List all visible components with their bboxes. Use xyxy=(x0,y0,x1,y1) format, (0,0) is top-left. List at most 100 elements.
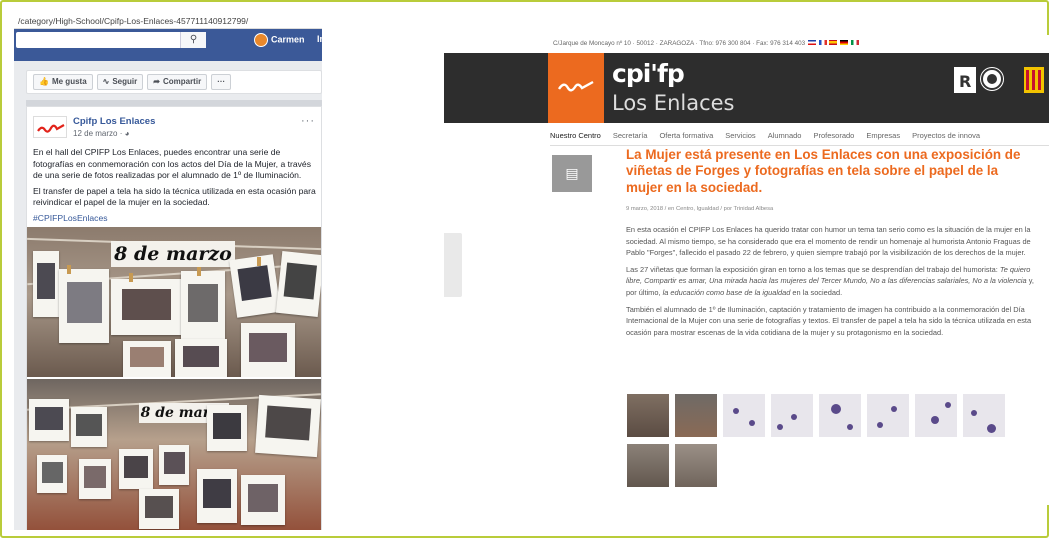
user-profile-link[interactable]: Carmen In xyxy=(254,33,322,47)
more-options-button[interactable]: ··· xyxy=(211,74,232,90)
globe-icon: ◕ xyxy=(124,129,130,138)
hanging-photo xyxy=(71,407,107,447)
hanging-photo xyxy=(255,394,321,458)
gallery-thumbnail[interactable] xyxy=(674,393,718,438)
hanging-photo xyxy=(229,254,281,318)
article-text: Las 27 viñetas que forman la exposición … xyxy=(626,264,1000,274)
post-date-text: 12 de marzo · xyxy=(73,129,125,138)
follow-label: Seguir xyxy=(112,77,138,86)
page-action-bar: 👍 Me gusta ∿ Seguir ➦ Compartir ··· xyxy=(26,70,322,94)
clothespin xyxy=(197,267,201,276)
article-meta: 9 marzo, 2018 / en Centro, Igualdad / po… xyxy=(626,206,774,212)
hanging-photo xyxy=(159,445,189,485)
aragon-coat-of-arms-icon xyxy=(1024,67,1044,93)
hanging-photo xyxy=(111,279,181,335)
clothespin xyxy=(257,257,261,266)
post-format-icon: ▤ xyxy=(552,155,592,192)
hanging-photo xyxy=(119,449,153,489)
main-navigation: Nuestro Centro Secretaría Oferta formati… xyxy=(550,125,1049,145)
like-button[interactable]: 👍 Me gusta xyxy=(33,74,93,90)
article-paragraph-1: En esta ocasión el CPIFP Los Enlaces ha … xyxy=(626,225,1031,258)
flag-icon[interactable] xyxy=(818,40,827,45)
post-paragraph-1: En el hall del CPIFP Los Enlaces, puedes… xyxy=(33,147,312,180)
hanging-photo xyxy=(139,489,179,529)
nav-item-secretaria[interactable]: Secretaría xyxy=(613,131,648,140)
flag-icon[interactable] xyxy=(850,40,859,45)
search-input[interactable]: ⚲ xyxy=(16,32,206,48)
hanging-photo xyxy=(79,459,111,499)
like-label: Me gusta xyxy=(51,77,87,86)
gallery-thumbnail[interactable] xyxy=(674,443,718,488)
logo-mark[interactable] xyxy=(548,53,604,123)
website-screenshot: C/Jarque de Moncayo nº 10 · 50012 · ZARA… xyxy=(444,35,1049,505)
share-label: Compartir xyxy=(162,77,202,86)
photo-title: 8 de marzo xyxy=(111,241,235,267)
gallery-thumbnail[interactable] xyxy=(818,393,862,438)
user-name: Carmen xyxy=(271,34,305,45)
hanging-photo xyxy=(275,250,321,318)
gallery-thumbnail[interactable] xyxy=(626,443,670,488)
hanging-photo xyxy=(241,323,295,377)
post-paragraph-2: El transfer de papel a tela ha sido la t… xyxy=(33,185,316,208)
nav-item-proyectos[interactable]: Proyectos de innova xyxy=(912,131,980,140)
nav-item-nuestro-centro[interactable]: Nuestro Centro xyxy=(550,131,601,140)
site-logo-name[interactable]: cpi'fp xyxy=(612,59,685,88)
post-header: Cpifp Los Enlaces 12 de marzo · ◕ ··· xyxy=(33,115,317,143)
hashtag-link[interactable]: #CPIFPLosEnlaces xyxy=(33,213,319,225)
share-arrow-icon: ➦ xyxy=(153,77,160,86)
nav-item-oferta-formativa[interactable]: Oferta formativa xyxy=(659,131,713,140)
article-paragraph-2: Las 27 viñetas que forman la exposición … xyxy=(626,264,1044,299)
hanging-photo xyxy=(29,399,69,441)
avatar xyxy=(254,33,268,47)
page-name[interactable]: Cpifp Los Enlaces xyxy=(73,116,155,127)
facebook-screenshot: /category/High-School/Cpifp-Los-Enlaces-… xyxy=(14,14,322,530)
clothespin xyxy=(67,265,71,274)
contact-info: C/Jarque de Moncayo nº 10 · 50012 · ZARA… xyxy=(553,40,806,48)
nav-item-profesorado[interactable]: Profesorado xyxy=(813,131,854,140)
article-title[interactable]: La Mujer está presente en Los Enlaces co… xyxy=(626,147,1036,196)
facebook-post: Cpifp Los Enlaces 12 de marzo · ◕ ··· En… xyxy=(26,106,322,530)
quality-seal-icon xyxy=(980,67,1004,91)
gallery-thumbnail[interactable] xyxy=(722,393,766,438)
follow-button[interactable]: ∿ Seguir xyxy=(96,74,144,90)
post-photo-2[interactable]: 8 de marzo xyxy=(27,379,321,530)
hanging-photo xyxy=(123,341,171,377)
share-button[interactable]: ➦ Compartir xyxy=(147,74,208,90)
gallery-thumbnail[interactable] xyxy=(962,393,1006,438)
site-header: cpi'fp Los Enlaces R xyxy=(444,53,1049,123)
svg-text:R: R xyxy=(959,72,971,91)
search-icon[interactable]: ⚲ xyxy=(180,32,206,48)
clothespin xyxy=(129,273,133,282)
hanging-photo xyxy=(33,251,59,317)
article-text: en la sociedad. xyxy=(790,287,843,297)
divider xyxy=(550,145,1049,146)
gallery-thumbnail[interactable] xyxy=(770,393,814,438)
gallery-thumbnail[interactable] xyxy=(914,393,958,438)
article-paragraph-3: También el alumnado de 1º de Iluminación… xyxy=(626,304,1032,337)
facebook-top-bar: ⚲ Carmen In xyxy=(14,29,322,61)
flag-icon[interactable] xyxy=(840,40,849,45)
post-photo-1[interactable]: 8 de marzo xyxy=(27,227,321,377)
hanging-photo xyxy=(37,455,67,493)
rss-icon: ∿ xyxy=(102,77,110,86)
gallery-thumbnail[interactable] xyxy=(866,393,910,438)
gallery-thumbnail[interactable] xyxy=(626,393,670,438)
post-menu-button[interactable]: ··· xyxy=(301,115,315,127)
post-date[interactable]: 12 de marzo · ◕ xyxy=(73,129,129,138)
nav-item-servicios[interactable]: Servicios xyxy=(725,131,755,140)
hanging-photo xyxy=(175,339,227,377)
page-logo[interactable] xyxy=(33,116,67,138)
hanging-photo xyxy=(59,269,109,343)
flag-icon[interactable] xyxy=(807,40,816,45)
previous-post-tab[interactable] xyxy=(444,233,462,297)
flag-icon[interactable] xyxy=(829,40,838,45)
thumbs-up-icon: 👍 xyxy=(39,77,49,86)
nav-item-empresas[interactable]: Empresas xyxy=(866,131,900,140)
hanging-photo xyxy=(197,469,237,523)
nav-item-alumnado[interactable]: Alumnado xyxy=(768,131,802,140)
site-logo-subtitle[interactable]: Los Enlaces xyxy=(612,91,734,115)
language-flags[interactable] xyxy=(807,40,859,47)
nav-home-link[interactable]: In xyxy=(317,34,322,44)
post-text: En el hall del CPIFP Los Enlaces, puedes… xyxy=(33,147,319,228)
address-bar[interactable]: /category/High-School/Cpifp-Los-Enlaces-… xyxy=(14,14,322,29)
